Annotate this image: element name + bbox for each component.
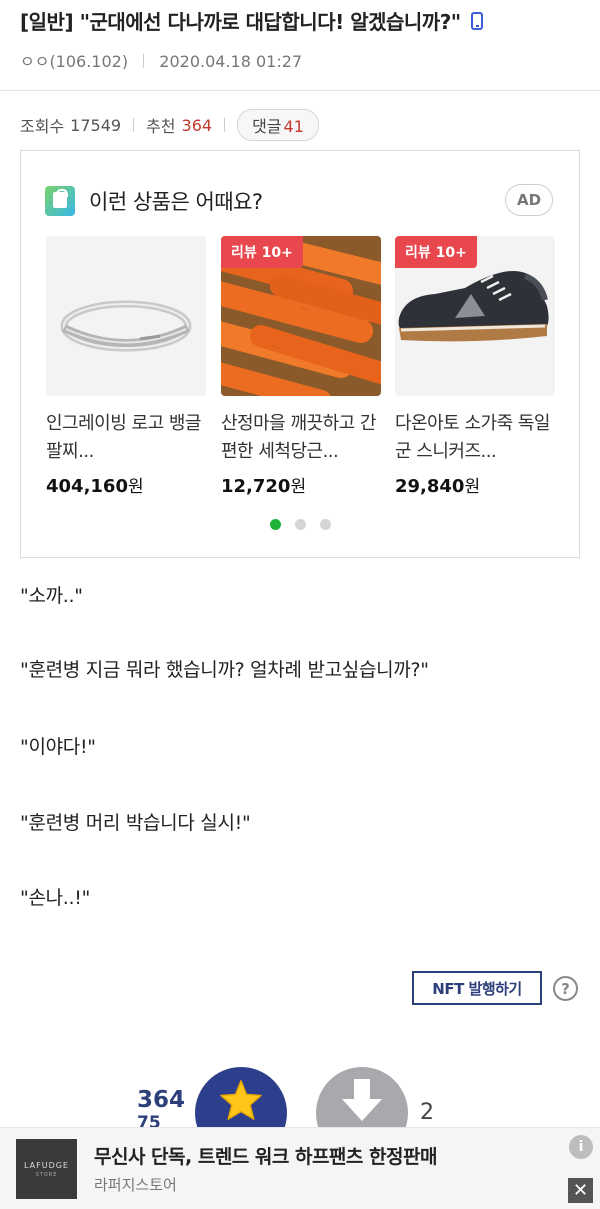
product-image-carrots[interactable]: 리뷰 10+ xyxy=(221,236,381,396)
review-badge: 리뷰 10+ xyxy=(395,236,477,268)
product-price: 404,160원 xyxy=(46,472,206,497)
brand-logo[interactable]: LAFUDGE STORE xyxy=(16,1139,77,1199)
post-body-line: "이야다!" xyxy=(20,736,96,758)
help-icon[interactable]: ? xyxy=(553,976,578,1001)
shopping-bag-icon xyxy=(45,186,75,216)
info-icon[interactable]: i xyxy=(569,1135,593,1159)
product-ad-box: 이런 상품은 어때요? AD 인그레이빙 로고 뱅글 팔찌... 404,160… xyxy=(20,150,580,558)
product-name[interactable]: 인그레이빙 로고 뱅글 팔찌... xyxy=(46,410,206,466)
ad-title: 이런 상품은 어때요? xyxy=(89,190,263,214)
product-image-bracelet[interactable] xyxy=(46,236,206,396)
product-card[interactable]: 리뷰 10+ 산정마을 깨끗하고 간편한 세척당근... 12,720원 xyxy=(221,236,381,497)
banner-title[interactable]: 무신사 단독, 트렌드 워크 하프팬츠 한정판매 xyxy=(94,1142,437,1169)
mobile-icon xyxy=(471,12,484,30)
carousel-dot[interactable] xyxy=(319,519,331,530)
comments-count: 41 xyxy=(283,117,304,136)
post-body-line: "소까.." xyxy=(20,585,83,607)
views-count: 17549 xyxy=(70,115,122,135)
post-datetime: 2020.04.18 01:27 xyxy=(159,52,303,71)
post-body-line: "손나..!" xyxy=(20,887,91,909)
header-divider xyxy=(0,90,600,91)
ad-header: 이런 상품은 어때요? xyxy=(45,185,263,217)
product-price: 12,720원 xyxy=(221,472,381,497)
close-icon[interactable]: ✕ xyxy=(568,1178,593,1203)
bottom-ad-banner[interactable]: LAFUDGE STORE 무신사 단독, 트렌드 워크 하프팬츠 한정판매 라… xyxy=(0,1127,600,1209)
post-meta: ㅇㅇ(106.102) 2020.04.18 01:27 xyxy=(20,48,302,72)
dislike-count: 2 xyxy=(420,1100,434,1125)
carousel-dot[interactable] xyxy=(294,519,306,530)
bracelet-image xyxy=(46,236,206,396)
product-price: 29,840원 xyxy=(395,472,555,497)
carousel-dot[interactable] xyxy=(269,519,281,530)
review-badge: 리뷰 10+ xyxy=(221,236,303,268)
carousel-pagination xyxy=(21,519,579,530)
ad-badge[interactable]: AD xyxy=(505,184,553,216)
price-value: 29,840 xyxy=(395,476,465,497)
product-image-sneakers[interactable]: 리뷰 10+ xyxy=(395,236,555,396)
author-name[interactable]: ㅇㅇ(106.102) xyxy=(20,52,128,71)
price-value: 404,160 xyxy=(46,476,128,497)
post-category[interactable]: [일반] xyxy=(20,10,74,34)
post-title: "군대에선 다나까로 대답합니다! 알겠습니까?" xyxy=(79,10,462,34)
brand-logo-text: LAFUDGE xyxy=(24,1160,69,1170)
brand-logo-sub: STORE xyxy=(35,1171,58,1178)
recommend-label: 추천 xyxy=(146,117,176,136)
product-card[interactable]: 인그레이빙 로고 뱅글 팔찌... 404,160원 xyxy=(46,236,206,497)
product-name[interactable]: 산정마을 깨끗하고 간편한 세척당근... xyxy=(221,410,381,466)
recommend-vote-sub: 75 xyxy=(137,1113,161,1127)
recommend-count: 364 xyxy=(181,115,213,135)
price-currency: 원 xyxy=(464,477,481,497)
price-value: 12,720 xyxy=(221,476,291,497)
views-label: 조회수 xyxy=(20,117,65,136)
star-icon xyxy=(220,1080,262,1120)
product-name[interactable]: 다온아토 소가죽 독일군 스니커즈... xyxy=(395,410,555,466)
nft-issue-button[interactable]: NFT 발행하기 xyxy=(412,971,542,1005)
recommend-vote-count: 364 xyxy=(137,1087,186,1113)
product-card[interactable]: 리뷰 10+ 다온아토 소가죽 독일군 스니커즈... 29,840원 xyxy=(395,236,555,497)
arrow-down-icon xyxy=(342,1079,382,1121)
post-body-line: "훈련병 머리 박습니다 실시!" xyxy=(20,812,251,834)
divider xyxy=(143,54,145,68)
price-currency: 원 xyxy=(127,477,144,497)
banner-store-name: 라퍼지스토어 xyxy=(94,1176,177,1194)
divider xyxy=(133,118,135,132)
comments-label: 댓글 xyxy=(252,117,282,136)
post-body-line: "훈련병 지금 뭐라 했습니까? 얼차례 받고싶습니까?" xyxy=(20,659,429,681)
post-stats: 조회수 17549 추천 364 댓글 41 xyxy=(20,109,319,141)
comments-button[interactable]: 댓글 41 xyxy=(237,109,319,141)
post-title-row: [일반] "군대에선 다나까로 대답합니다! 알겠습니까?" xyxy=(20,6,588,36)
divider xyxy=(224,118,226,132)
price-currency: 원 xyxy=(290,477,307,497)
